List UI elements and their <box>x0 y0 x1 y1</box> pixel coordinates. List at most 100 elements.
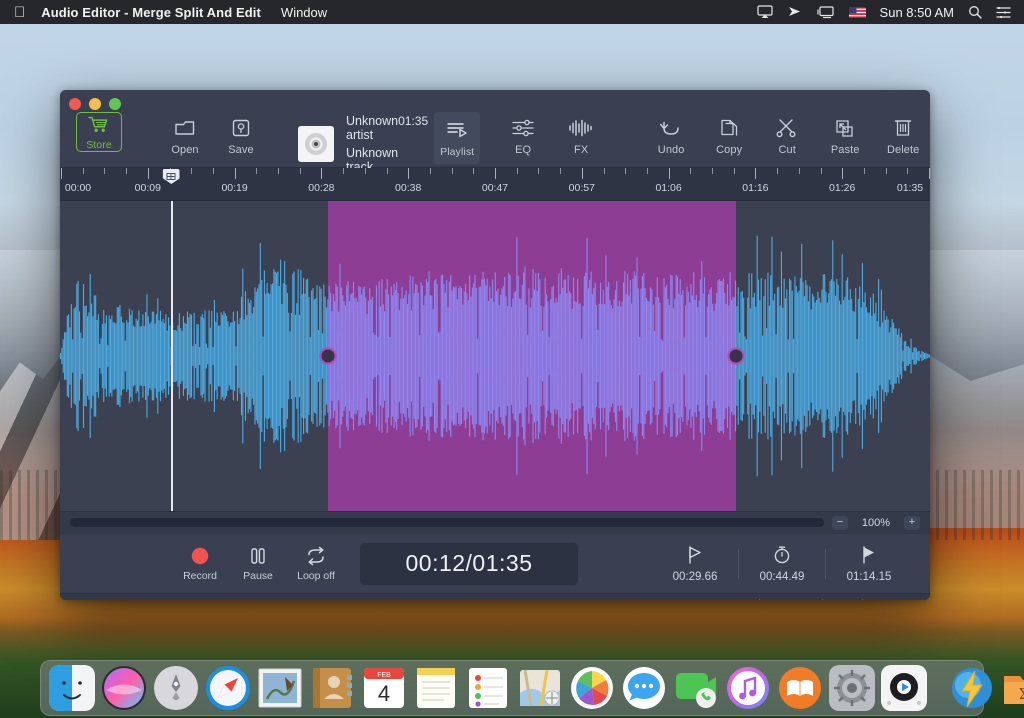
time-display[interactable]: 00:12/01:35 <box>360 542 578 585</box>
marker-duration[interactable]: 00:44.49 <box>743 544 821 583</box>
ruler-tick-minor <box>343 168 345 174</box>
control-center-list-icon[interactable] <box>996 6 1011 19</box>
menubar-item-window[interactable]: Window <box>281 5 327 20</box>
dock-item-safari[interactable] <box>205 665 251 711</box>
dock-item-facetime[interactable] <box>673 665 719 711</box>
cut-button[interactable]: Cut <box>764 112 810 156</box>
dock-item-itunes[interactable] <box>725 665 771 711</box>
selection-handle-start[interactable] <box>319 347 337 365</box>
cd-disc-icon <box>298 126 334 162</box>
eq-label: EQ <box>515 144 532 156</box>
menubar-app-title[interactable]: Audio Editor - Merge Split And Edit <box>41 5 261 20</box>
dock-item-siri[interactable] <box>101 665 147 711</box>
playlist-button[interactable]: Playlist <box>434 112 481 164</box>
playhead-handle[interactable] <box>162 169 180 184</box>
delete-button[interactable]: Delete <box>880 112 926 156</box>
minimize-button[interactable] <box>89 98 101 110</box>
track-metadata: Unknown artist 01:35 Unknown track <box>346 114 428 174</box>
ruler-tick-minor <box>820 168 822 174</box>
loop-button[interactable]: Loop off <box>294 545 338 582</box>
playlist-label: Playlist <box>440 146 475 158</box>
pause-button[interactable]: Pause <box>236 545 280 582</box>
ruler-tick-minor <box>646 168 648 174</box>
menubar-clock[interactable]: Sun 8:50 AM <box>880 5 954 20</box>
dock-item-notes[interactable] <box>413 665 459 711</box>
dock-item-maps[interactable] <box>517 665 563 711</box>
dock-item-reminders[interactable] <box>465 665 511 711</box>
marker-group: 00:29.66 00:44.49 01:14.15 <box>656 544 930 583</box>
copy-button[interactable]: Copy <box>706 112 752 156</box>
dock-item-contacts[interactable] <box>309 665 355 711</box>
ruler-tick-minor <box>712 168 713 174</box>
ruler-tick-minor <box>560 168 562 174</box>
dock-item-flash-utility[interactable] <box>949 665 995 711</box>
fx-button[interactable]: FX <box>558 112 604 156</box>
dock-item-mail[interactable] <box>257 665 303 711</box>
marker-divider-1 <box>738 548 739 579</box>
undo-button[interactable]: Undo <box>648 112 694 156</box>
open-button[interactable]: Open <box>162 112 208 156</box>
display-icon[interactable] <box>816 5 835 19</box>
ruler-tick-minor <box>885 168 887 174</box>
calendar-month: FEB <box>377 672 391 679</box>
record-circle-icon <box>190 545 210 567</box>
ruler-tick-major <box>321 168 323 179</box>
horizontal-scrollbar[interactable] <box>70 518 824 527</box>
marker-start[interactable]: 00:29.66 <box>656 544 734 583</box>
dock-item-photos[interactable] <box>569 665 615 711</box>
store-label: Store <box>86 139 112 151</box>
ruler-tick-minor <box>733 168 735 174</box>
flag-us-icon[interactable] <box>848 6 866 18</box>
search-icon[interactable] <box>968 5 982 19</box>
selection-handle-end[interactable] <box>727 347 745 365</box>
ruler-tick-minor <box>126 168 128 174</box>
dock-item-sigma-folder[interactable]: Σ <box>1001 665 1024 711</box>
stopwatch-icon <box>773 544 791 566</box>
apple-logo-icon[interactable]:  <box>14 5 25 20</box>
bluetooth-share-icon[interactable] <box>787 5 803 19</box>
record-button[interactable]: Record <box>178 545 222 582</box>
zoom-level-value: 100% <box>861 516 891 529</box>
airplay-icon[interactable] <box>756 5 773 19</box>
dock-item-ibooks[interactable] <box>777 665 823 711</box>
waveform-canvas[interactable] <box>60 201 930 511</box>
track-info-card[interactable]: Unknown artist 01:35 Unknown track <box>298 112 428 174</box>
dock-item-finder[interactable] <box>49 665 95 711</box>
marker-duration-value: 00:44.49 <box>759 571 805 583</box>
undo-arrow-icon <box>659 116 683 140</box>
ruler-tick-major <box>234 168 236 179</box>
ruler-label: 00:09 <box>134 182 161 194</box>
dock-item-audio-editor[interactable] <box>881 665 927 711</box>
save-button[interactable]: Save <box>218 112 264 156</box>
timeline-ruler[interactable]: 00:00 00:09 00:19 00:28 00:38 00:47 00:57 01:06… <box>60 168 930 201</box>
ruler-tick-minor <box>777 168 779 174</box>
ruler-tick-major <box>668 168 670 179</box>
dock-item-system-preferences[interactable] <box>829 665 875 711</box>
store-button[interactable]: Store <box>76 112 122 152</box>
ruler-tick-major <box>581 168 583 179</box>
ruler-label: 00:47 <box>481 182 509 194</box>
paste-icon <box>834 116 856 140</box>
eq-button[interactable]: EQ <box>500 112 546 156</box>
dock-item-calendar[interactable]: FEB 4 <box>361 665 407 711</box>
dock-item-launchpad[interactable] <box>153 665 199 711</box>
scroll-zoom-strip: − 100% + <box>60 511 930 533</box>
paste-button[interactable]: Paste <box>822 112 868 156</box>
ruler-tick-major <box>408 168 410 179</box>
delete-label: Delete <box>886 144 920 156</box>
status-filesize: 3.85 MB <box>863 599 920 601</box>
zoom-out-button[interactable]: − <box>832 515 848 530</box>
status-sample-rate: 44100 Hz <box>696 599 759 601</box>
zoom-in-button[interactable]: + <box>904 515 920 530</box>
status-format: M4A <box>823 599 862 601</box>
close-button[interactable] <box>69 98 81 110</box>
ruler-tick-minor <box>451 168 453 174</box>
ruler-tick-minor <box>82 168 84 174</box>
ruler-label: 00:38 <box>395 182 422 194</box>
zoom-button[interactable] <box>109 98 121 110</box>
ruler-label: 01:06 <box>655 182 682 194</box>
dock-item-messages[interactable] <box>621 665 667 711</box>
marker-end[interactable]: 01:14.15 <box>830 544 908 583</box>
menu-bar:  Audio Editor - Merge Split And Edit Wi… <box>0 0 1024 24</box>
scrollbar-thumb[interactable] <box>70 518 824 527</box>
